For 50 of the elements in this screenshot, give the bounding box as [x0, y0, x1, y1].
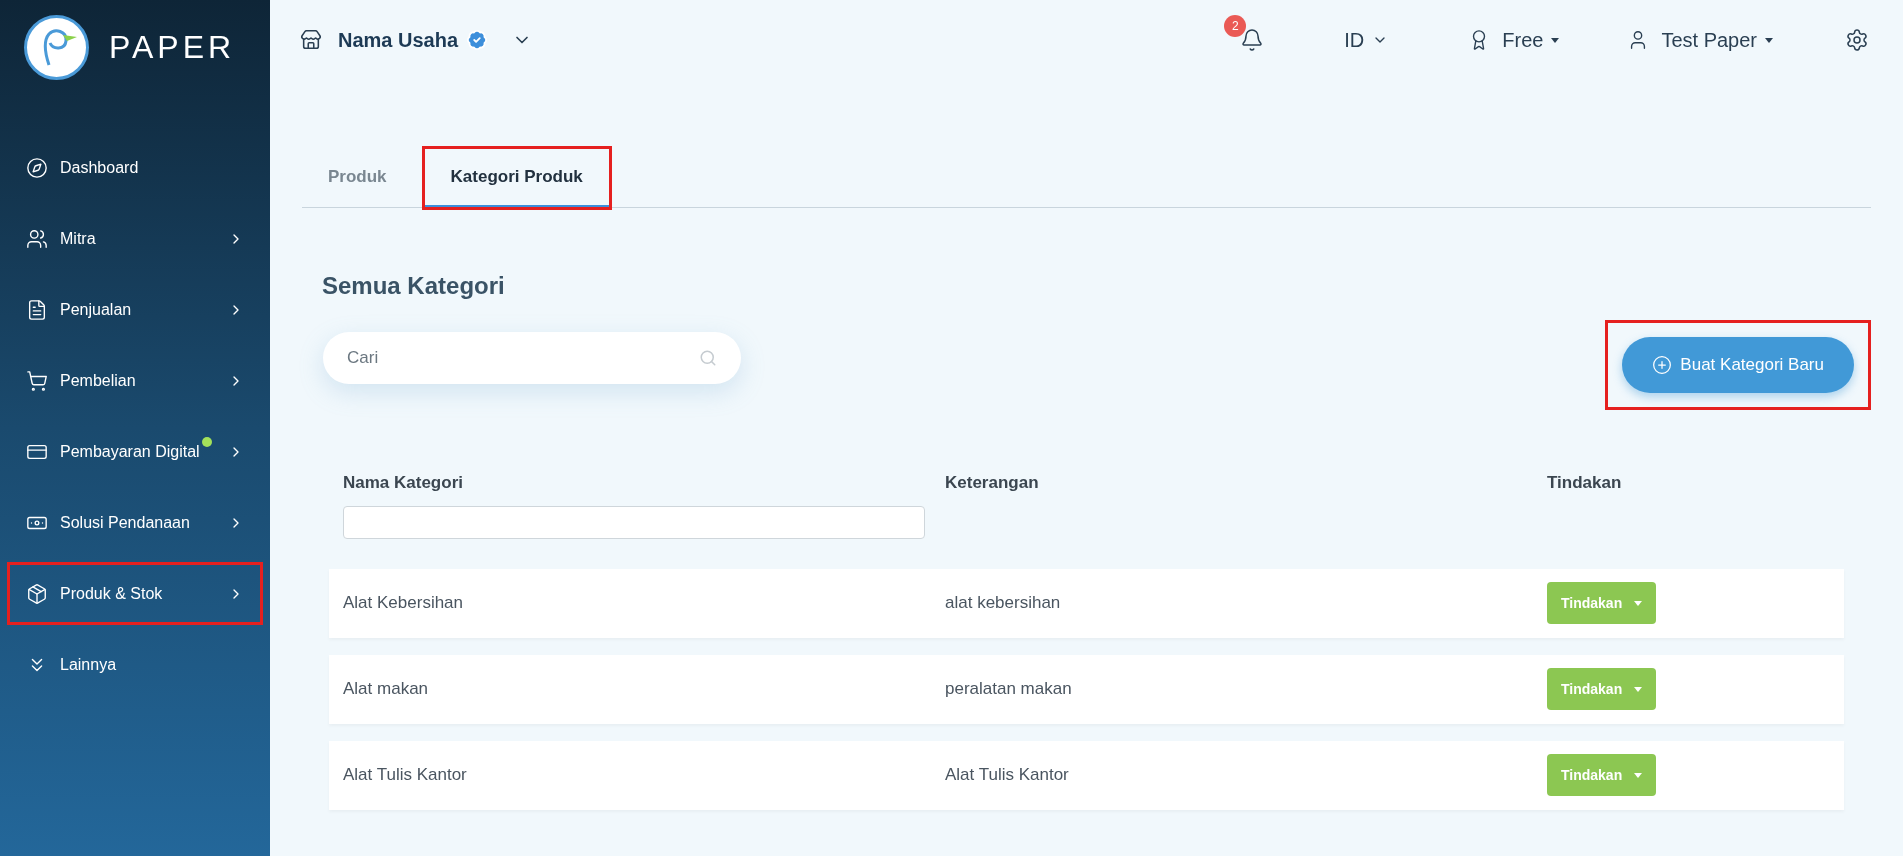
sidebar-item[interactable]: Pembayaran Digital [10, 423, 260, 480]
business-name: Nama Usaha [338, 28, 459, 53]
column-header: Keterangan [945, 473, 1039, 492]
caret-icon [1634, 600, 1643, 606]
search-icon [699, 349, 717, 367]
box-icon [26, 582, 48, 605]
tab[interactable]: Kategori Produk [424, 149, 609, 207]
document-icon [26, 298, 48, 321]
table-cell-text: Alat Kebersihan [343, 592, 465, 615]
caret-icon [1634, 772, 1643, 778]
user-menu[interactable]: Test Paper [1661, 25, 1773, 55]
table-cell-text: alat kebersihan [945, 592, 1062, 615]
caret-icon [1634, 686, 1643, 692]
settings-icon[interactable] [1845, 28, 1869, 52]
filter-field[interactable] [343, 505, 925, 539]
sidebar-item[interactable]: Produk & Stok [10, 565, 260, 622]
sidebar-item[interactable]: Solusi Pendanaan [10, 494, 260, 551]
compass-icon [26, 156, 48, 179]
sidebar-label: Mitra [60, 228, 96, 249]
cart-icon [26, 369, 48, 392]
caret-icon [1551, 37, 1560, 43]
users-icon [26, 227, 48, 250]
section-heading: Semua Kategori [322, 271, 506, 301]
sidebar-label: Solusi Pendanaan [60, 512, 190, 533]
table-cell-text: peralatan makan [945, 678, 1073, 701]
plan-selector[interactable]: Free [1502, 25, 1560, 55]
sidebar-label: Lainnya [60, 654, 117, 675]
sidebar-item[interactable]: Mitra [10, 210, 260, 267]
language-selector[interactable]: ID [1344, 25, 1389, 55]
caret-icon [1765, 37, 1773, 43]
store-icon [300, 29, 322, 51]
bell-icon[interactable] [1240, 28, 1265, 52]
notification-badge: 2 [1224, 15, 1247, 37]
plus-circle-icon [1652, 355, 1673, 375]
table-cell-text: Alat Tulis Kantor [945, 764, 1070, 787]
sidebar-item[interactable]: Lainnya [10, 636, 260, 693]
sidebar-label: Produk & Stok [60, 583, 163, 604]
column-header: Nama Kategori [343, 473, 463, 492]
sidebar-label: Dashboard [60, 157, 139, 178]
table-cell-text: Alat Tulis Kantor [343, 764, 468, 787]
sidebar-item[interactable]: Dashboard [10, 139, 260, 196]
brand-name: PAPER [109, 28, 236, 67]
search-field[interactable]: Cari [323, 332, 741, 384]
sidebar-item[interactable]: Penjualan [10, 281, 260, 338]
sidebar-label: Pembelian [60, 370, 136, 391]
sidebar-label: Penjualan [60, 299, 132, 320]
sidebar-item[interactable]: Pembelian [10, 352, 260, 409]
table-cell-text: Alat makan [343, 678, 430, 701]
column-header: Tindakan [1547, 473, 1622, 492]
sidebar-label: Pembayaran Digital [60, 441, 200, 462]
